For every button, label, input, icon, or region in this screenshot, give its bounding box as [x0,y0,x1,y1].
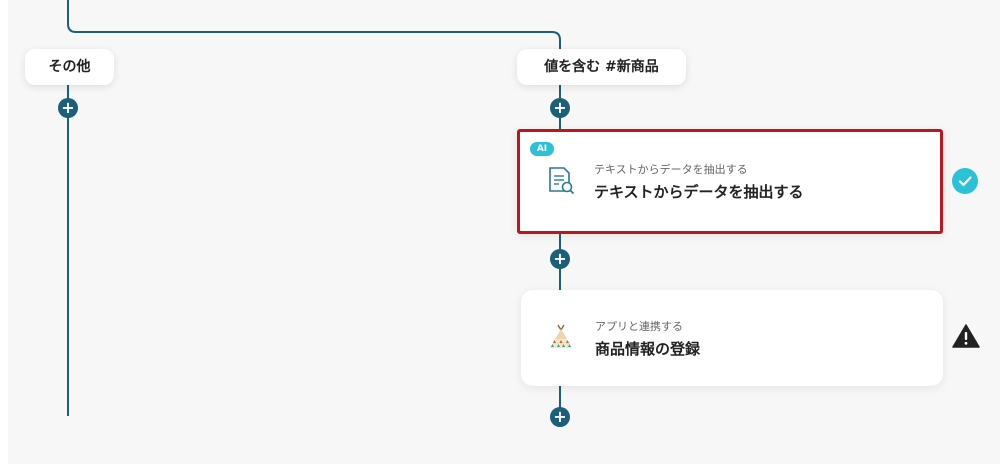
warning-icon [952,324,980,348]
step-card-extract-data[interactable]: AI テキストからデータを抽出する テキストからデータを抽出する [517,129,943,234]
status-complete-badge [952,168,978,194]
step-title: 商品情報の登録 [595,340,701,358]
branch-label-text: 値を含む #新商品 [544,59,659,75]
ai-badge: AI [530,142,554,156]
step-subtitle: テキストからデータを抽出する [594,163,748,176]
tent-app-icon [550,324,572,348]
add-step-button-middle[interactable]: + [550,249,570,269]
step-card-register-product[interactable]: アプリと連携する 商品情報の登録 [521,290,943,386]
plus-icon: + [553,249,567,268]
plus-icon: + [553,407,567,426]
branch-label-contains-value[interactable]: 値を含む #新商品 [517,49,686,85]
plus-icon: + [61,98,75,117]
checkmark-icon [958,176,972,187]
step-subtitle: アプリと連携する [595,320,683,333]
add-step-button-right[interactable]: + [550,98,570,118]
branch-label-other[interactable]: その他 [25,49,114,85]
add-step-button-bottom[interactable]: + [550,407,570,427]
document-search-icon [549,167,575,195]
add-step-button-left[interactable]: + [58,98,78,118]
branch-label-text: その他 [48,59,91,75]
plus-icon: + [553,98,567,117]
step-title: テキストからデータを抽出する [594,183,804,201]
